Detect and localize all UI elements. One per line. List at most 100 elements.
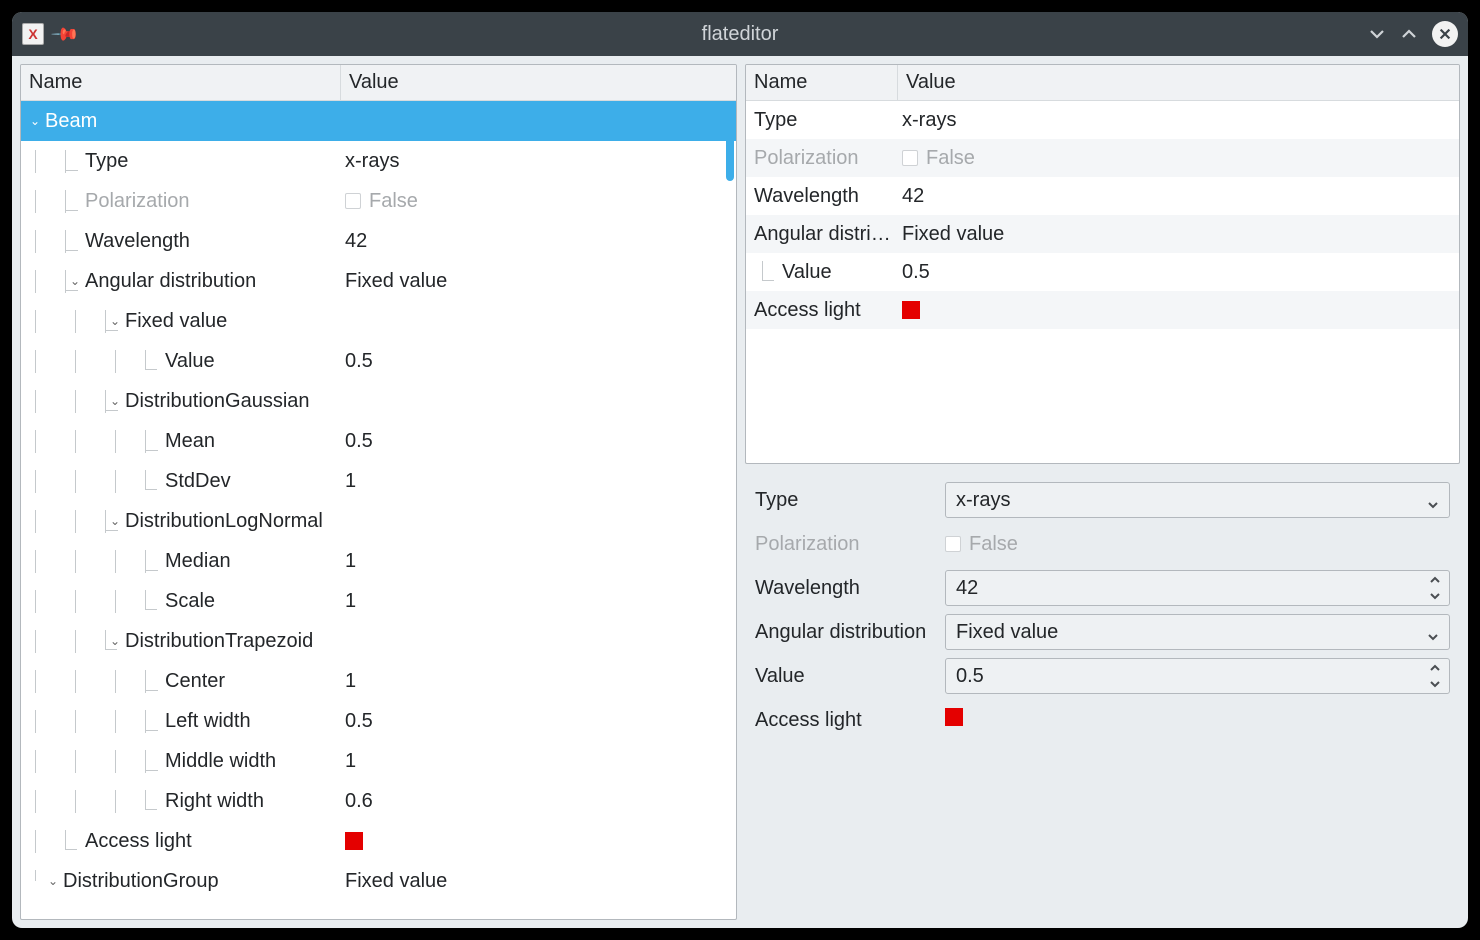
left-tree-header: Name Value — [21, 65, 736, 101]
tree-value: 0.5 — [345, 430, 373, 453]
column-value-header[interactable]: Value — [341, 65, 736, 100]
tree-label: DistributionTrapezoid — [125, 630, 313, 653]
chevron-down-icon[interactable] — [1429, 591, 1441, 601]
tree-row-lognormal-median[interactable]: Median 1 — [21, 541, 736, 581]
tree-row-angular[interactable]: Angular distri… Fixed value — [746, 215, 1459, 253]
tree-row-angular-value[interactable]: Value 0.5 — [746, 253, 1459, 291]
chevron-down-icon[interactable]: ⌄ — [107, 394, 123, 408]
form-row-access-light: Access light — [747, 698, 1458, 742]
wavelength-spinbox[interactable]: 42 — [945, 570, 1450, 606]
tree-row-trap-middle[interactable]: Middle width 1 — [21, 741, 736, 781]
checkbox-icon — [345, 193, 361, 209]
right-panel: Name Value Type x-rays Polarization Fals… — [745, 64, 1460, 920]
tree-label: Right width — [165, 790, 264, 813]
tree-label: Mean — [165, 430, 215, 453]
form-label: Access light — [755, 709, 945, 732]
tree-row-gaussian-mean[interactable]: Mean 0.5 — [21, 421, 736, 461]
close-button[interactable] — [1432, 21, 1458, 47]
tree-label: Center — [165, 670, 225, 693]
tree-value: 0.5 — [902, 261, 930, 284]
window-controls — [1368, 21, 1458, 47]
tree-row-polarization[interactable]: Polarization False — [21, 181, 736, 221]
tree-value: 1 — [345, 550, 356, 573]
chevron-down-icon[interactable] — [1429, 679, 1441, 689]
right-tree-body[interactable]: Type x-rays Polarization False Wavelengt… — [746, 101, 1459, 463]
tree-label: Angular distri… — [754, 223, 891, 246]
chevron-down-icon[interactable]: ⌄ — [107, 514, 123, 528]
left-tree-panel: Name Value ⌄ Beam — [20, 64, 737, 920]
left-tree-body[interactable]: ⌄ Beam Type x-rays — [21, 101, 736, 919]
chevron-down-icon[interactable]: ⌄ — [27, 114, 43, 128]
tree-row-angular[interactable]: ⌄ Angular distribution Fixed value — [21, 261, 736, 301]
tree-value: Fixed value — [902, 223, 1004, 246]
tree-label: Polarization — [754, 147, 859, 170]
tree-label: Value — [782, 261, 832, 284]
chevron-down-icon[interactable]: ⌄ — [107, 314, 123, 328]
tree-row-beam[interactable]: ⌄ Beam — [21, 101, 736, 141]
column-value-header[interactable]: Value — [898, 65, 1459, 100]
chevron-down-icon[interactable]: ⌄ — [67, 274, 83, 288]
tree-row-access-light[interactable]: Access light — [21, 821, 736, 861]
tree-label: DistributionLogNormal — [125, 510, 323, 533]
tree-label: Type — [85, 150, 128, 173]
tree-row-type[interactable]: Type x-rays — [746, 101, 1459, 139]
tree-row-access-light[interactable]: Access light — [746, 291, 1459, 329]
tree-row-gaussian-stddev[interactable]: StdDev 1 — [21, 461, 736, 501]
tree-row-fixed-value-value[interactable]: Value 0.5 — [21, 341, 736, 381]
tree-label: Left width — [165, 710, 251, 733]
tree-row-trap-right[interactable]: Right width 0.6 — [21, 781, 736, 821]
form-row-wavelength: Wavelength 42 — [747, 566, 1458, 610]
tree-label: Middle width — [165, 750, 276, 773]
pin-icon[interactable]: 📌 — [50, 19, 81, 50]
form-label: Wavelength — [755, 577, 945, 600]
polarization-checkbox: False — [945, 533, 1450, 556]
tree-value: Fixed value — [345, 870, 447, 893]
tree-label: DistributionGroup — [63, 870, 219, 893]
combo-value: Fixed value — [956, 621, 1058, 644]
form-row-polarization: Polarization False — [747, 522, 1458, 566]
minimize-icon[interactable] — [1368, 25, 1386, 43]
tree-row-fixed-value[interactable]: ⌄ Fixed value — [21, 301, 736, 341]
tree-row-lognormal-scale[interactable]: Scale 1 — [21, 581, 736, 621]
tree-row-distribution-group[interactable]: ⌄ DistributionGroup Fixed value — [21, 861, 736, 901]
column-name-header[interactable]: Name — [21, 65, 341, 100]
tree-label: Access light — [85, 830, 192, 853]
titlebar: X 📌 flateditor — [12, 12, 1468, 56]
type-combobox[interactable]: x-rays — [945, 482, 1450, 518]
tree-row-gaussian[interactable]: ⌄ DistributionGaussian — [21, 381, 736, 421]
tree-row-trapezoid[interactable]: ⌄ DistributionTrapezoid — [21, 621, 736, 661]
tree-row-polarization[interactable]: Polarization False — [746, 139, 1459, 177]
value-spinbox[interactable]: 0.5 — [945, 658, 1450, 694]
spin-value: 0.5 — [956, 665, 984, 688]
property-form: Type x-rays Polarization False — [745, 472, 1460, 920]
tree-value: Fixed value — [345, 270, 447, 293]
angular-combobox[interactable]: Fixed value — [945, 614, 1450, 650]
maximize-icon[interactable] — [1400, 25, 1418, 43]
column-name-header[interactable]: Name — [746, 65, 898, 100]
tree-row-type[interactable]: Type x-rays — [21, 141, 736, 181]
color-swatch-icon[interactable] — [945, 708, 963, 726]
chevron-down-icon — [1427, 494, 1439, 506]
chevron-up-icon[interactable] — [1429, 663, 1441, 673]
tree-row-wavelength[interactable]: Wavelength 42 — [21, 221, 736, 261]
tree-label: Median — [165, 550, 231, 573]
tree-row-trap-center[interactable]: Center 1 — [21, 661, 736, 701]
tree-value: 1 — [345, 590, 356, 613]
tree-row-lognormal[interactable]: ⌄ DistributionLogNormal — [21, 501, 736, 541]
tree-row-trap-left[interactable]: Left width 0.5 — [21, 701, 736, 741]
form-label: Angular distribution — [755, 621, 945, 644]
tree-label: Polarization — [85, 190, 190, 213]
tree-label: Value — [165, 350, 215, 373]
combo-value: x-rays — [956, 489, 1010, 512]
tree-value: False — [369, 190, 418, 213]
tree-value: x-rays — [902, 109, 956, 132]
tree-label: Access light — [754, 299, 861, 322]
form-row-value: Value 0.5 — [747, 654, 1458, 698]
right-tree-panel: Name Value Type x-rays Polarization Fals… — [745, 64, 1460, 464]
checkbox-icon — [945, 536, 961, 552]
chevron-up-icon[interactable] — [1429, 575, 1441, 585]
tree-value: 1 — [345, 470, 356, 493]
form-row-angular: Angular distribution Fixed value — [747, 610, 1458, 654]
tree-row-wavelength[interactable]: Wavelength 42 — [746, 177, 1459, 215]
chevron-down-icon[interactable]: ⌄ — [45, 874, 61, 888]
